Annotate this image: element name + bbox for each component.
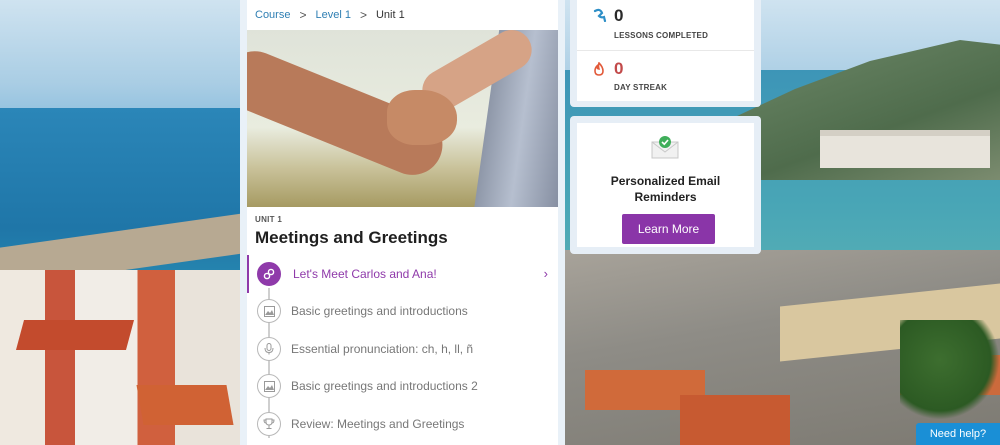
learn-more-button[interactable]: Learn More: [622, 214, 715, 244]
course-panel: Course > Level 1 > Unit 1 UNIT 1 Meeting…: [240, 0, 565, 445]
need-help-button[interactable]: Need help?: [916, 423, 1000, 445]
roof: [136, 385, 234, 425]
lesson-item-basic-greetings-2[interactable]: Basic greetings and introductions 2: [247, 368, 558, 406]
lesson-list: Let's Meet Carlos and Ana! › Basic greet…: [247, 255, 558, 443]
handshake-image: [247, 30, 558, 207]
image-icon: [257, 299, 281, 324]
trees: [900, 320, 1000, 420]
lessons-completed-value: 0: [614, 6, 624, 25]
flame-icon: [593, 61, 605, 79]
breadcrumb: Course > Level 1 > Unit 1: [255, 8, 405, 22]
breadcrumb-unit: Unit 1: [375, 9, 405, 21]
progress-sidebar: 0 LESSONS COMPLETED 0 DAY STREAK Persona…: [565, 0, 762, 445]
chevron-right-icon: ›: [543, 266, 548, 282]
envelope-check-icon: [651, 135, 679, 159]
email-reminders-title-line2: Reminders: [634, 190, 697, 204]
breadcrumb-separator: >: [299, 8, 307, 22]
lessons-completed-stat: 0 LESSONS COMPLETED: [577, 0, 754, 51]
lesson-title: Essential pronunciation: ch, h, ll, ñ: [291, 341, 474, 356]
hotel-building: [820, 130, 990, 168]
stats-panel: 0 LESSONS COMPLETED 0 DAY STREAK: [577, 0, 754, 101]
lesson-title: Let's Meet Carlos and Ana!: [293, 266, 437, 281]
lesson-title: Basic greetings and introductions: [291, 304, 468, 319]
stats-card: 0 LESSONS COMPLETED 0 DAY STREAK: [570, 0, 761, 107]
day-streak-value: 0: [614, 59, 624, 78]
handshake: [387, 90, 457, 145]
lesson-title: Basic greetings and introductions 2: [291, 379, 478, 394]
unit-label: UNIT 1: [255, 215, 283, 224]
unit-title: Meetings and Greetings: [255, 228, 448, 247]
image-icon: [257, 374, 281, 399]
email-reminders-title: Personalized Email Reminders: [577, 173, 754, 205]
breadcrumb-level[interactable]: Level 1: [315, 9, 350, 21]
day-streak-stat: 0 DAY STREAK: [577, 51, 754, 101]
email-reminders-panel: Personalized Email Reminders Learn More: [577, 123, 754, 247]
microphone-icon: [257, 336, 281, 361]
trophy-icon: [257, 411, 281, 436]
email-reminders-card: Personalized Email Reminders Learn More: [570, 116, 761, 254]
email-reminders-title-line1: Personalized Email: [610, 174, 721, 188]
lesson-icon: [593, 8, 607, 25]
day-streak-label: DAY STREAK: [614, 83, 668, 92]
lesson-item-lets-meet[interactable]: Let's Meet Carlos and Ana! ›: [247, 255, 558, 293]
lesson-item-basic-greetings[interactable]: Basic greetings and introductions: [247, 293, 558, 331]
roof: [15, 320, 135, 350]
link-icon: [257, 261, 281, 286]
lesson-title: Review: Meetings and Greetings: [291, 416, 465, 431]
breadcrumb-separator: >: [359, 8, 367, 22]
lessons-completed-label: LESSONS COMPLETED: [614, 31, 709, 40]
unit-card: Course > Level 1 > Unit 1 UNIT 1 Meeting…: [247, 0, 558, 445]
lesson-item-pronunciation[interactable]: Essential pronunciation: ch, h, ll, ñ: [247, 330, 558, 368]
breadcrumb-course[interactable]: Course: [255, 9, 290, 21]
lesson-item-review[interactable]: Review: Meetings and Greetings: [247, 405, 558, 443]
